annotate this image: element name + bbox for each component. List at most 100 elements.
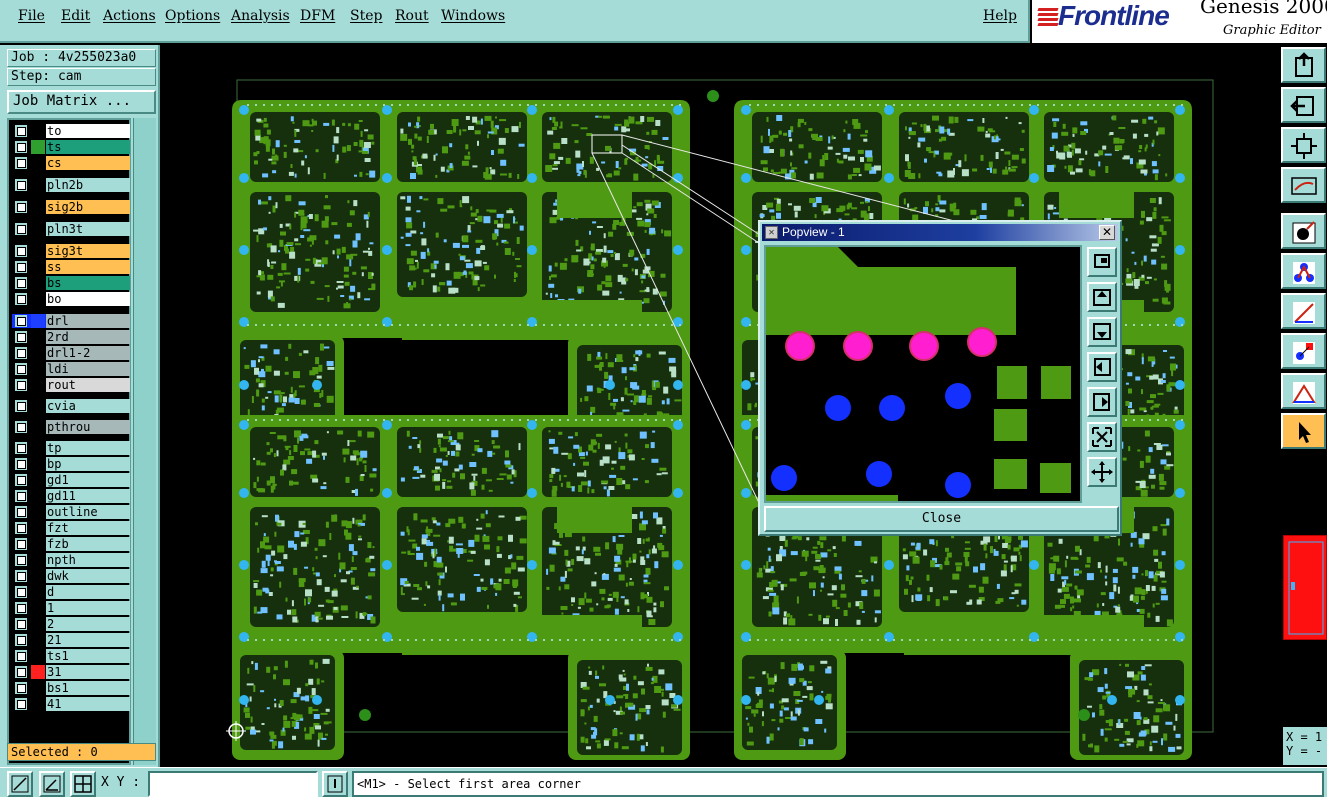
layer-checkbox[interactable]: [15, 506, 27, 518]
layer-name[interactable]: ts: [46, 140, 130, 154]
layer-name[interactable]: cvia: [46, 399, 130, 413]
close-icon[interactable]: ✕: [1099, 225, 1115, 240]
layer-row-41[interactable]: 41: [12, 697, 130, 711]
layer-color-swatch[interactable]: [31, 649, 45, 663]
layer-row-1[interactable]: 1: [12, 601, 130, 615]
layer-name[interactable]: ss: [46, 260, 130, 274]
snap-grid-icon[interactable]: [7, 771, 33, 797]
layer-color-swatch[interactable]: [31, 292, 45, 306]
layer-name[interactable]: fzt: [46, 521, 130, 535]
layer-name[interactable]: bp: [46, 457, 130, 471]
layer-left-icon[interactable]: [1281, 87, 1326, 123]
layer-row-drl[interactable]: drl: [12, 314, 130, 328]
layer-checkbox[interactable]: [15, 698, 27, 710]
layer-name[interactable]: bs1: [46, 681, 130, 695]
window-menu-icon[interactable]: ✕: [765, 226, 778, 239]
layer-color-swatch[interactable]: [31, 314, 45, 328]
menu-edit[interactable]: Edit: [61, 8, 90, 24]
layer-checkbox[interactable]: [15, 261, 27, 273]
ruler-icon[interactable]: [1281, 373, 1326, 409]
popview-titlebar[interactable]: ✕ Popview - 1 ✕: [762, 224, 1118, 241]
pan-up-icon[interactable]: [1087, 282, 1117, 312]
layer-color-swatch[interactable]: [31, 420, 45, 434]
layer-color-swatch[interactable]: [31, 441, 45, 455]
layer-name[interactable]: sig3t: [46, 244, 130, 258]
menu-options[interactable]: Options: [165, 8, 220, 24]
layer-name[interactable]: 41: [46, 697, 130, 711]
layer-color-swatch[interactable]: [31, 521, 45, 535]
menu-help[interactable]: Help: [983, 8, 1017, 24]
layer-name[interactable]: pln3t: [46, 222, 130, 236]
layer-checkbox[interactable]: [15, 125, 27, 137]
layer-color-swatch[interactable]: [31, 553, 45, 567]
layer-name[interactable]: ldi: [46, 362, 130, 376]
layer-checkbox[interactable]: [15, 331, 27, 343]
layer-checkbox[interactable]: [15, 223, 27, 235]
layer-checkbox[interactable]: [15, 474, 27, 486]
menu-step[interactable]: Step: [350, 8, 382, 24]
layer-name[interactable]: 31: [46, 665, 130, 679]
layer-checkbox[interactable]: [15, 157, 27, 169]
layer-name[interactable]: pln2b: [46, 178, 130, 192]
menu-analysis[interactable]: Analysis: [231, 8, 290, 24]
layer-color-swatch[interactable]: [31, 617, 45, 631]
layer-checkbox[interactable]: [15, 554, 27, 566]
layer-row-fzb[interactable]: fzb: [12, 537, 130, 551]
menu-file[interactable]: File: [18, 8, 45, 24]
layer-color-swatch[interactable]: [31, 178, 45, 192]
zoom-window-icon[interactable]: [1087, 247, 1117, 277]
pan-down-icon[interactable]: [1087, 317, 1117, 347]
menu-rout[interactable]: Rout: [395, 8, 429, 24]
layer-color-swatch[interactable]: [31, 601, 45, 615]
layer-checkbox[interactable]: [15, 650, 27, 662]
layer-color-swatch[interactable]: [31, 362, 45, 376]
pan-left-icon[interactable]: [1087, 352, 1117, 382]
layer-name[interactable]: gd1: [46, 473, 130, 487]
layer-name[interactable]: tp: [46, 441, 130, 455]
layer-name[interactable]: ts1: [46, 649, 130, 663]
layer-row-ts[interactable]: ts: [12, 140, 130, 154]
layer-color-swatch[interactable]: [31, 222, 45, 236]
layer-checkbox[interactable]: [15, 490, 27, 502]
layer-row-gd1[interactable]: gd1: [12, 473, 130, 487]
layer-row-21[interactable]: 21: [12, 633, 130, 647]
layer-checkbox[interactable]: [15, 682, 27, 694]
layer-name[interactable]: bs: [46, 276, 130, 290]
layer-checkbox[interactable]: [15, 363, 27, 375]
zoom-out-icon[interactable]: [1087, 457, 1117, 487]
layer-checkbox[interactable]: [15, 379, 27, 391]
layer-checkbox[interactable]: [15, 141, 27, 153]
layer-checkbox[interactable]: [15, 315, 27, 327]
layer-checkbox[interactable]: [15, 347, 27, 359]
layer-row-rout[interactable]: rout: [12, 378, 130, 392]
layer-list-scrollbar[interactable]: [133, 118, 156, 765]
layer-row-gd11[interactable]: gd11: [12, 489, 130, 503]
layer-checkbox[interactable]: [15, 442, 27, 454]
layer-name[interactable]: 2: [46, 617, 130, 631]
layer-name[interactable]: sig2b: [46, 200, 130, 214]
layer-color-swatch[interactable]: [31, 260, 45, 274]
layer-row-ts1[interactable]: ts1: [12, 649, 130, 663]
snap-angle-icon[interactable]: [39, 771, 65, 797]
layer-color-swatch[interactable]: [31, 489, 45, 503]
layer-name[interactable]: gd11: [46, 489, 130, 503]
layer-name[interactable]: 2rd: [46, 330, 130, 344]
layer-name[interactable]: npth: [46, 553, 130, 567]
layer-checkbox[interactable]: [15, 634, 27, 646]
layer-color-swatch[interactable]: [31, 244, 45, 258]
layer-row-pln3t[interactable]: pln3t: [12, 222, 130, 236]
layer-name[interactable]: 1: [46, 601, 130, 615]
layer-name[interactable]: drl1-2: [46, 346, 130, 360]
layer-name[interactable]: outline: [46, 505, 130, 519]
layer-color-swatch[interactable]: [31, 140, 45, 154]
popview-close-button[interactable]: Close: [764, 506, 1119, 532]
layer-checkbox[interactable]: [15, 570, 27, 582]
panel-minimap[interactable]: [1283, 535, 1327, 640]
layer-row-31[interactable]: 31: [12, 665, 130, 679]
layer-name[interactable]: drl: [46, 314, 130, 328]
layer-color-swatch[interactable]: [31, 697, 45, 711]
layer-checkbox[interactable]: [15, 586, 27, 598]
layer-row-bp[interactable]: bp: [12, 457, 130, 471]
layer-name[interactable]: 21: [46, 633, 130, 647]
layer-checkbox[interactable]: [15, 277, 27, 289]
